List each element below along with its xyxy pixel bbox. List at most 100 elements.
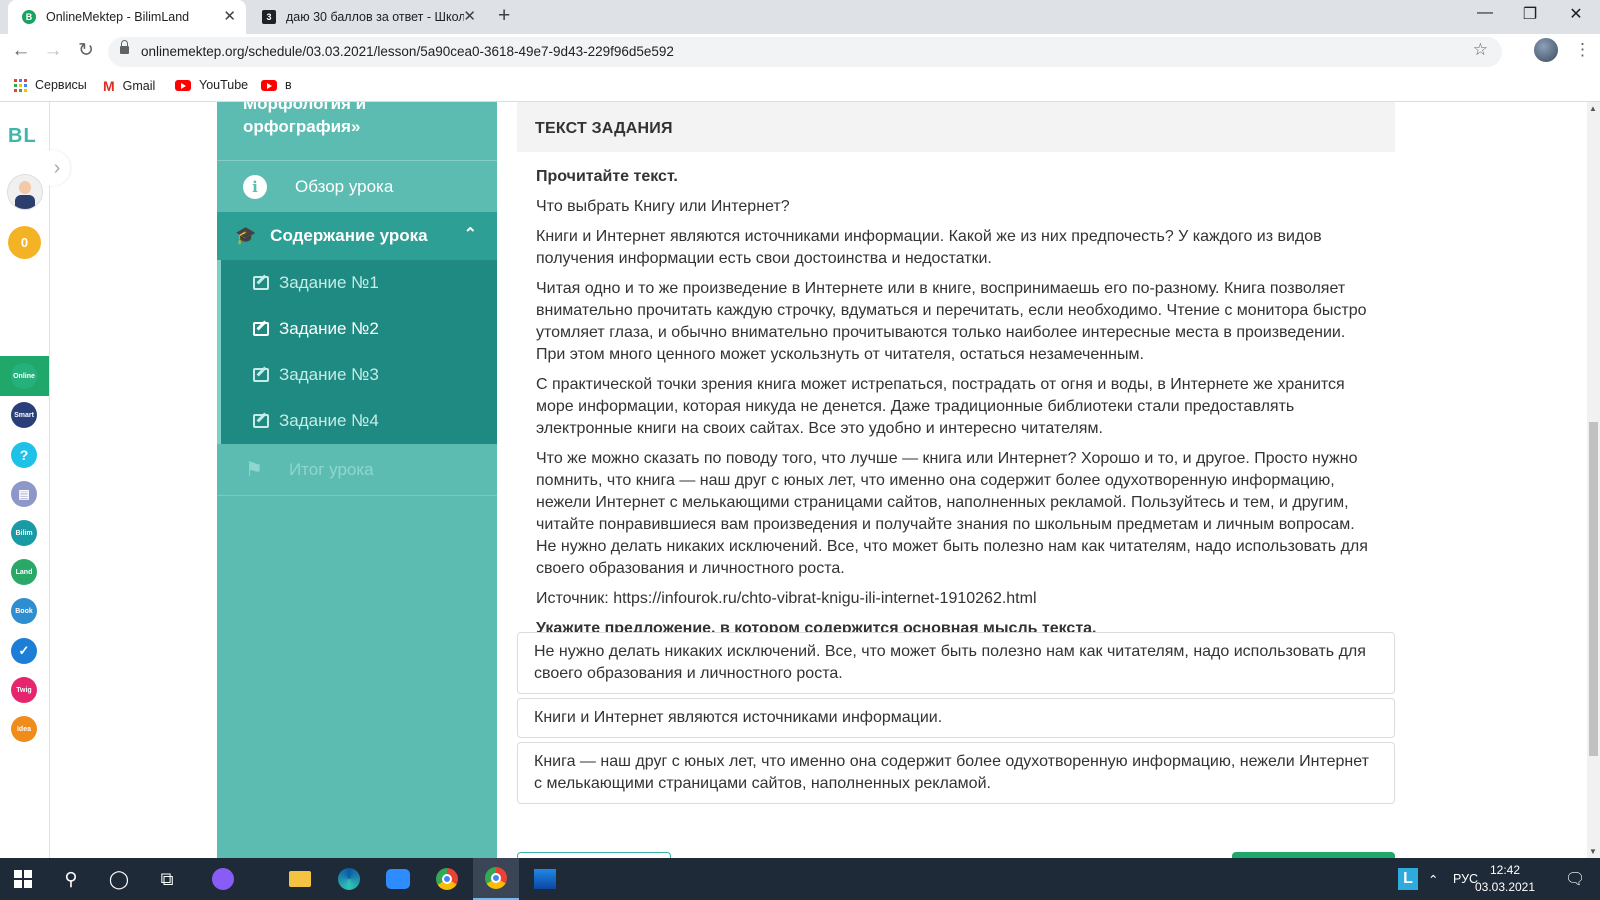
bookmark-youtube[interactable]: YouTube (175, 78, 248, 92)
rail-app-online-mektep[interactable]: Online (11, 363, 37, 389)
taskbar-clock[interactable]: 12:42 03.03.2021 (1474, 862, 1536, 896)
rail-app-twig[interactable]: Twig (11, 677, 37, 703)
windows-logo-icon (14, 870, 32, 888)
sidebar-task-1[interactable]: Задание №1 (217, 260, 497, 306)
bookmark-v[interactable]: в (261, 78, 292, 92)
task-instruction: Прочитайте текст. (536, 168, 678, 185)
bilimland-favicon-icon: B (22, 10, 36, 24)
tray-app-l[interactable]: L (1398, 858, 1418, 900)
page-scrollbar[interactable]: ▲ ▼ (1587, 102, 1600, 858)
task-view-icon[interactable]: ⧉ (144, 858, 190, 900)
sidebar-item-final[interactable]: ⚑ Итог урока (217, 444, 497, 496)
answer-option-3[interactable]: Книга — наш друг с юных лет, что именно … (517, 742, 1395, 804)
youtube-icon (261, 79, 277, 91)
profile-avatar[interactable] (1534, 38, 1558, 62)
reload-icon[interactable]: ↻ (75, 40, 97, 62)
chrome-active-icon[interactable] (473, 858, 519, 900)
rail-app-tests[interactable]: ▤ (11, 481, 37, 507)
tab-title: OnlineMektep - BilimLand (46, 10, 190, 24)
file-explorer-icon[interactable] (277, 858, 323, 900)
bookmark-gmail[interactable]: M Gmail (103, 78, 155, 94)
close-tab-icon[interactable]: ✕ (223, 9, 236, 25)
task-paragraph: Читая одно и то же произведение в Интерн… (536, 280, 1367, 363)
task-heading: Что выбрать Книгу или Интернет? (536, 198, 790, 215)
menu-kebab-icon[interactable]: ⋮ (1574, 40, 1591, 60)
section-title: ТЕКСТ ЗАДАНИЯ (517, 102, 1395, 152)
points-badge: 0 (8, 226, 41, 259)
task-text: Прочитайте текст. Что выбрать Книгу или … (536, 166, 1376, 640)
address-bar[interactable]: onlinemektep.org/schedule/03.03.2021/les… (108, 37, 1502, 67)
rail-app-bilimbook[interactable]: Book (11, 598, 37, 624)
course-title: Морфология и орфография» (243, 102, 367, 136)
browser-tab-bar: B OnlineMektep - BilimLand ✕ 3 даю 30 ба… (0, 0, 1600, 34)
notifications-icon[interactable]: 🗨 (1565, 858, 1585, 900)
bookmark-label: YouTube (199, 78, 249, 92)
back-icon[interactable]: ← (10, 40, 32, 62)
edit-icon (253, 368, 269, 382)
task-label: Задание №4 (279, 411, 379, 430)
chrome-icon[interactable] (424, 858, 470, 900)
start-button[interactable] (0, 858, 46, 900)
lock-icon (120, 40, 129, 54)
rail-expand-chevron-icon[interactable]: › (44, 150, 70, 186)
rail-app-smart-nation[interactable]: Smart (11, 402, 37, 428)
tab-title: даю 30 баллов за ответ - Школ (286, 10, 464, 24)
sidebar-item-content[interactable]: 🎓 Содержание урока ⌃ (217, 212, 497, 260)
flag-icon: ⚑ (245, 459, 263, 481)
windows-taskbar: ⚲ ◯ ⧉ L ⌃ РУС 12:42 03.03.2021 🗨 (0, 858, 1600, 900)
task-paragraph: Книги и Интернет являются источниками ин… (536, 228, 1322, 267)
cortana-circle-icon[interactable]: ◯ (96, 858, 142, 900)
rail-app-bilim[interactable]: Bilim (11, 520, 37, 546)
left-rail: BL 0 Online Smart ? ▤ Bilim Land Book ✓ … (0, 102, 50, 858)
rail-app-help[interactable]: ? (11, 442, 37, 468)
znanija-favicon-icon: 3 (262, 10, 276, 24)
sidebar-task-2[interactable]: Задание №2 (217, 306, 497, 352)
rail-app-test-check[interactable]: ✓ (11, 638, 37, 664)
app-cortana-icon[interactable] (200, 858, 246, 900)
scroll-up-icon[interactable]: ▲ (1589, 104, 1597, 113)
sidebar-item-overview[interactable]: i Обзор урока (217, 160, 497, 212)
sidebar-task-3[interactable]: Задание №3 (217, 352, 497, 398)
rail-app-idea[interactable]: Idea (11, 716, 37, 742)
rail-app-bilimland[interactable]: Land (11, 559, 37, 585)
bilimland-logo[interactable]: BL (8, 125, 37, 148)
zoom-icon[interactable] (375, 858, 421, 900)
new-tab-icon[interactable]: + (498, 5, 510, 27)
restore-icon[interactable]: ❐ (1518, 4, 1542, 24)
search-icon[interactable]: ⚲ (48, 858, 94, 900)
browser-toolbar: ← → ↻ onlinemektep.org/schedule/03.03.20… (0, 34, 1600, 70)
tab-onlinemektep[interactable]: B OnlineMektep - BilimLand ✕ (8, 0, 246, 34)
scrollbar-thumb[interactable] (1589, 422, 1598, 756)
task-source: Источник: https://infourok.ru/chto-vibra… (536, 590, 1037, 607)
bookmark-star-icon[interactable]: ☆ (1473, 40, 1488, 60)
sidebar-item-label: Итог урока (288, 459, 374, 479)
photos-icon[interactable] (522, 858, 568, 900)
tab-znanija[interactable]: 3 даю 30 баллов за ответ - Школ ✕ (248, 0, 486, 34)
sidebar-task-4[interactable]: Задание №4 (217, 398, 497, 444)
sidebar-item-label: Содержание урока (270, 226, 428, 245)
bookmarks-bar: Сервисы M Gmail YouTube в (0, 70, 1600, 102)
bookmark-services[interactable]: Сервисы (14, 78, 87, 92)
user-avatar[interactable] (7, 174, 43, 210)
task-label: Задание №2 (279, 319, 379, 338)
task-paragraph: Что же можно сказать по поводу того, что… (536, 450, 1368, 577)
tray-chevron-icon[interactable]: ⌃ (1428, 858, 1438, 900)
info-icon: i (243, 174, 267, 199)
apps-grid-icon (14, 78, 27, 92)
minimize-icon[interactable]: — (1473, 4, 1497, 22)
close-window-icon[interactable]: ✕ (1564, 4, 1588, 24)
scroll-down-icon[interactable]: ▼ (1589, 847, 1597, 856)
youtube-icon (175, 79, 191, 91)
answer-option-2[interactable]: Книги и Интернет являются источниками ин… (517, 698, 1395, 738)
close-tab-icon[interactable]: ✕ (463, 9, 476, 25)
edge-icon[interactable] (326, 858, 372, 900)
chevron-up-icon[interactable]: ⌃ (464, 224, 477, 244)
edit-icon (253, 414, 269, 428)
bookmark-label: в (285, 78, 292, 92)
answer-option-1[interactable]: Не нужно делать никаких исключений. Все,… (517, 632, 1395, 694)
forward-icon[interactable]: → (42, 40, 64, 62)
sidebar-item-label: Обзор урока (295, 176, 394, 196)
task-panel: ТЕКСТ ЗАДАНИЯ Прочитайте текст. Что выбр… (497, 102, 1587, 858)
clock-date: 03.03.2021 (1474, 880, 1536, 894)
edit-icon (253, 322, 269, 336)
